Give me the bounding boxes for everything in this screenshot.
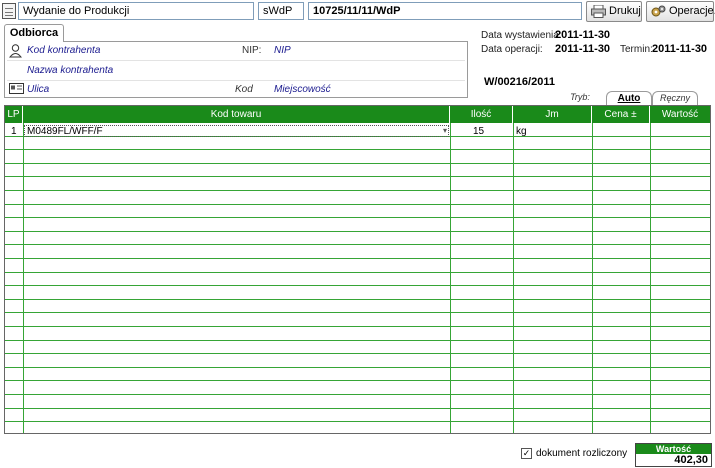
address-card-icon [9, 83, 24, 94]
table-row[interactable] [5, 191, 710, 205]
tryb-label: Tryb: [570, 92, 590, 102]
row-1-lp: 1 [11, 126, 17, 137]
series-field[interactable]: sWdP [258, 2, 304, 20]
divider [7, 80, 465, 81]
column-cena[interactable]: Cena ± [592, 106, 650, 123]
grid-header: LP Kod towaru Ilość Jm Cena ± Wartość [5, 106, 710, 123]
printer-icon [591, 5, 606, 18]
table-row[interactable] [5, 395, 710, 409]
termin-value[interactable]: 2011-11-30 [652, 43, 707, 55]
table-row[interactable] [5, 354, 710, 368]
table-row[interactable] [5, 300, 710, 314]
row-1-kod-cell[interactable]: M0489FL/WFF/F ▾ [24, 125, 449, 137]
nazwa-kontrahenta-field[interactable]: Nazwa kontrahenta [27, 65, 113, 76]
dokument-rozliczony-label: dokument rozliczony [536, 448, 628, 459]
dokument-rozliczony-checkbox[interactable]: ✓ [521, 448, 532, 459]
print-button-label: Drukuj [609, 5, 641, 17]
data-operacji-label: Data operacji: [481, 44, 543, 55]
contact-icon [9, 44, 22, 58]
wartosc-total-box: Wartość 402,30 [635, 443, 712, 467]
operations-button-label: Operacje... [669, 5, 715, 17]
table-row[interactable] [5, 273, 710, 287]
table-row[interactable] [5, 245, 710, 259]
document-number-field[interactable]: 10725/11/11/WdP [308, 2, 582, 20]
document-type-field[interactable]: Wydanie do Produkcji [18, 2, 254, 20]
kod-kontrahenta-field[interactable]: Kod kontrahenta [27, 45, 100, 56]
tab-auto[interactable]: Auto [606, 91, 652, 105]
column-ilosc[interactable]: Ilość [450, 106, 513, 123]
nip-label: NIP: [242, 45, 262, 56]
miejscowosc-field[interactable]: Miejscowość [274, 84, 331, 95]
table-row[interactable] [5, 313, 710, 327]
dropdown-arrow-icon[interactable]: ▾ [443, 125, 447, 137]
wartosc-total-label: Wartość [636, 444, 711, 454]
termin-label: Termin: [620, 44, 653, 55]
data-wystawienia-label: Data wystawienia: [481, 30, 562, 41]
table-row[interactable] [5, 164, 710, 178]
operations-button[interactable]: Operacje... [646, 1, 715, 22]
odbiorca-panel: Kod kontrahenta NIP: NIP Nazwa kontrahen… [4, 41, 468, 98]
table-row[interactable] [5, 409, 710, 423]
table-row[interactable] [5, 422, 710, 433]
data-wystawienia-value[interactable]: 2011-11-30 [555, 29, 610, 41]
ulica-field[interactable]: Ulica [27, 84, 49, 95]
column-separator [23, 123, 24, 433]
document-icon [2, 3, 16, 19]
column-separator [592, 123, 593, 433]
wartosc-total-value: 402,30 [674, 454, 708, 466]
table-row[interactable] [5, 368, 710, 382]
row-1-ilosc[interactable]: 15 [473, 126, 484, 138]
table-row[interactable] [5, 177, 710, 191]
items-grid[interactable]: LP Kod towaru Ilość Jm Cena ± Wartość 1 … [4, 105, 711, 434]
tab-reczny[interactable]: Ręczny [652, 91, 698, 105]
table-row[interactable] [5, 327, 710, 341]
column-jm[interactable]: Jm [513, 106, 592, 123]
divider [7, 60, 465, 61]
tab-odbiorca[interactable]: Odbiorca [4, 24, 64, 42]
kod-label: Kod [235, 84, 253, 95]
table-row[interactable] [5, 150, 710, 164]
reference-number: W/00216/2011 [484, 76, 555, 88]
table-row[interactable] [5, 137, 710, 151]
column-wartosc[interactable]: Wartość [650, 106, 710, 123]
table-row[interactable] [5, 205, 710, 219]
column-separator [650, 123, 651, 433]
column-separator [450, 123, 451, 433]
nip-field[interactable]: NIP [274, 45, 291, 56]
print-button[interactable]: Drukuj [586, 1, 642, 22]
row-1-jm[interactable]: kg [516, 126, 527, 138]
gears-icon [651, 5, 666, 17]
table-row[interactable] [5, 286, 710, 300]
table-row[interactable] [5, 232, 710, 246]
table-row[interactable] [5, 381, 710, 395]
table-row[interactable] [5, 218, 710, 232]
column-lp[interactable]: LP [5, 106, 23, 123]
column-kod-towaru[interactable]: Kod towaru [23, 106, 450, 123]
row-1-kod[interactable]: M0489FL/WFF/F [27, 126, 103, 138]
table-row[interactable] [5, 341, 710, 355]
table-row[interactable] [5, 259, 710, 273]
column-separator [513, 123, 514, 433]
data-operacji-value[interactable]: 2011-11-30 [555, 43, 610, 55]
